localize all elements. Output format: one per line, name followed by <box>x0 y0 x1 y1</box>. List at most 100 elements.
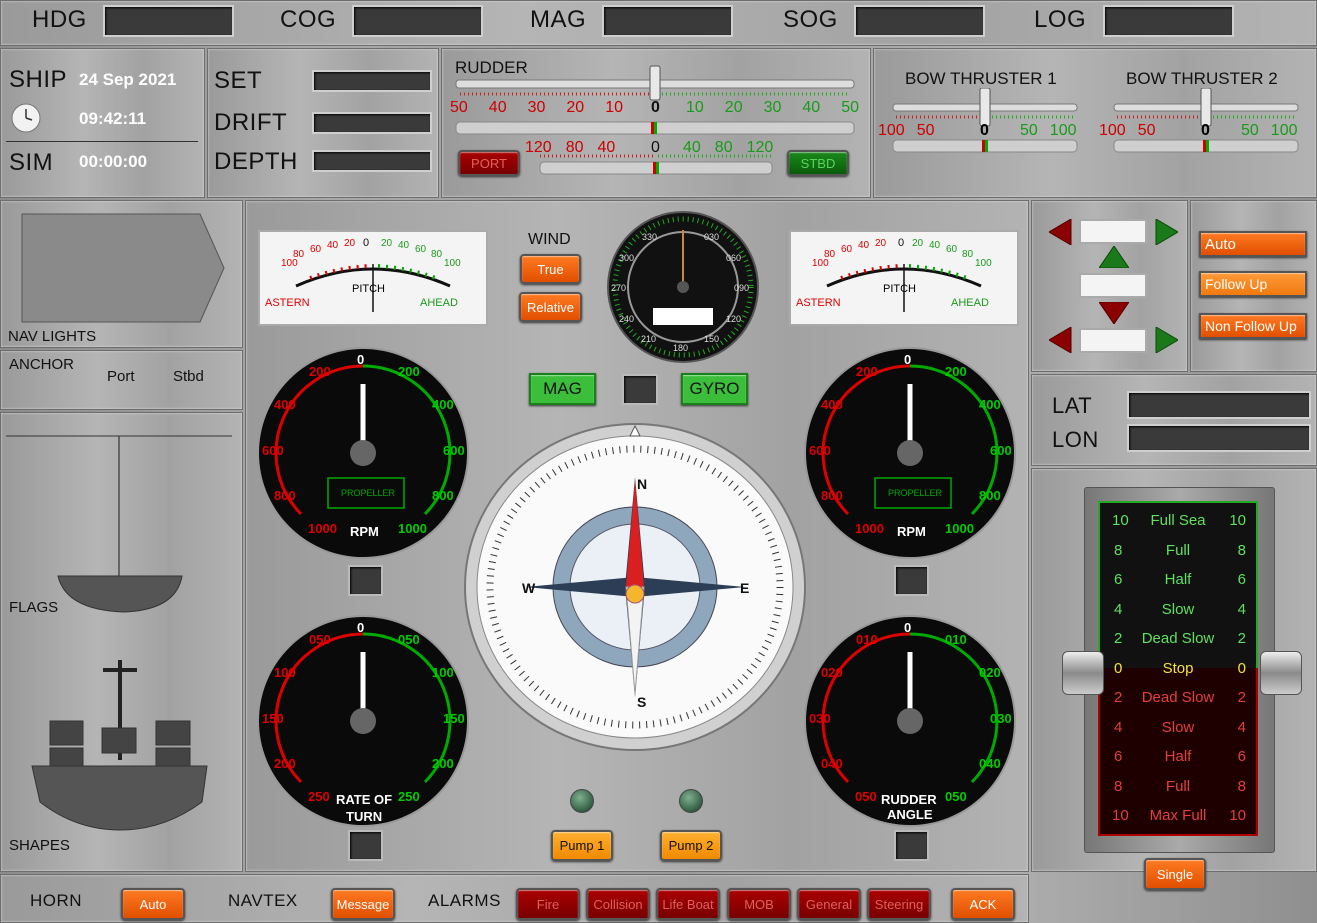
telegraph-right-num: 10 <box>1229 807 1246 824</box>
rpm-tick: 0 <box>904 352 912 367</box>
arrow-left-icon[interactable] <box>1049 327 1073 353</box>
rudder-small-left: 120 80 40 <box>525 139 615 157</box>
ship-silhouette-icon[interactable] <box>4 432 236 832</box>
port-button[interactable]: PORT <box>458 150 520 176</box>
telegraph-order: Stop <box>1162 659 1194 677</box>
log-label: LOG <box>1034 6 1087 33</box>
anchor-port[interactable]: Port <box>107 368 135 385</box>
telegraph-right-num: 4 <box>1237 718 1246 736</box>
pump2-button[interactable]: Pump 2 <box>660 830 722 861</box>
telegraph-row[interactable]: 8 Full 8 <box>1098 772 1258 802</box>
non-follow-up-button[interactable]: Non Follow Up <box>1199 313 1307 339</box>
rpm-tick: 1000 <box>945 521 974 536</box>
pitch-zero-right: 0 <box>898 237 905 249</box>
rudder-tick: 20 <box>724 99 743 116</box>
mag-button[interactable]: MAG <box>529 373 596 405</box>
steer-input-mid[interactable] <box>1079 273 1147 298</box>
steer-input-bottom[interactable] <box>1079 328 1147 353</box>
wind-true-button[interactable]: True <box>520 254 581 284</box>
anchor-stbd[interactable]: Stbd <box>173 368 204 385</box>
telegraph-row[interactable]: 6 Half 6 <box>1098 565 1258 595</box>
astern-label-left: ASTERN <box>265 297 310 309</box>
auto-mode-button[interactable]: Auto <box>1199 231 1307 257</box>
arrow-right-icon[interactable] <box>1154 219 1178 245</box>
telegraph-row[interactable]: 0 Stop 0 <box>1098 654 1258 684</box>
alarm-fire-button[interactable]: Fire <box>516 888 580 920</box>
rudder-small-tick: 80 <box>565 139 584 156</box>
arrow-up-icon[interactable] <box>1099 246 1129 268</box>
rudder-small-center: 0 <box>651 139 660 156</box>
compass-south: S <box>637 694 647 710</box>
telegraph-row[interactable]: 4 Slow 4 <box>1098 713 1258 743</box>
nav-lights-shape[interactable] <box>20 212 226 324</box>
rpm-right-labels: 0 200 400 600 800 1000 200 400 600 800 1… <box>803 346 1017 560</box>
telegraph-handle-right[interactable] <box>1260 651 1302 695</box>
arrow-right-icon[interactable] <box>1154 327 1178 353</box>
telegraph-row[interactable]: 4 Slow 4 <box>1098 595 1258 625</box>
rpm-tick: 200 <box>945 364 967 379</box>
rpm-tick: 1000 <box>308 521 337 536</box>
ahead-label-left: AHEAD <box>420 297 458 309</box>
rpm-tick: 600 <box>990 443 1012 458</box>
telegraph-handle-left[interactable] <box>1062 651 1104 695</box>
follow-up-button[interactable]: Follow Up <box>1199 271 1307 297</box>
telegraph-order: Half <box>1164 748 1192 765</box>
wind-dial-labels: 330 030 300 060 270 090 240 120 210 180 … <box>606 210 760 364</box>
gyro-button[interactable]: GYRO <box>681 373 748 405</box>
alarm-collision-button[interactable]: Collision <box>586 888 650 920</box>
pump2-led <box>679 789 703 813</box>
rudder-angle-tick: 040 <box>821 756 843 771</box>
arrow-down-icon[interactable] <box>1099 302 1129 324</box>
stbd-button[interactable]: STBD <box>787 150 849 176</box>
rudder-angle-tick: 020 <box>821 665 843 680</box>
rudder-small-tick: 120 <box>525 139 552 156</box>
wind-dial-label: 090 <box>734 283 750 293</box>
alarm-ack-button[interactable]: ACK <box>951 888 1015 920</box>
rpm-tick: 200 <box>856 364 878 379</box>
rpm-tick: 800 <box>979 488 1001 503</box>
wind-relative-button[interactable]: Relative <box>519 292 582 322</box>
navtex-message-button[interactable]: Message <box>331 888 395 920</box>
pitch-num: 60 <box>310 244 322 255</box>
rpm-tick: 800 <box>274 488 296 503</box>
pitch-num: 40 <box>398 240 410 251</box>
telegraph-row[interactable]: 8 Full 8 <box>1098 536 1258 566</box>
alarm-general-button[interactable]: General <box>797 888 861 920</box>
rot-tick: 200 <box>432 756 454 771</box>
set-display <box>312 70 432 92</box>
single-button[interactable]: Single <box>1144 858 1206 890</box>
wind-dial-label: 180 <box>673 343 689 353</box>
ahead-label-right: AHEAD <box>951 297 989 309</box>
telegraph-row[interactable]: 10 Full Sea 10 <box>1098 506 1258 536</box>
mag-label: MAG <box>530 6 587 33</box>
alarm-lifeboat-button[interactable]: Life Boat <box>656 888 720 920</box>
rudder-angle-label: RUDDER <box>881 792 937 807</box>
wind-dial-label: 330 <box>642 232 658 242</box>
lat-label: LAT <box>1052 393 1093 418</box>
compass-north: N <box>637 476 648 492</box>
wind-dial-label: 240 <box>619 314 635 324</box>
telegraph-right-num: 2 <box>1237 689 1246 706</box>
rpm-tick: 400 <box>979 397 1001 412</box>
alarm-mob-button[interactable]: MOB <box>727 888 791 920</box>
alarm-steering-button[interactable]: Steering <box>867 888 931 920</box>
rudder-tick: 30 <box>527 99 546 116</box>
thruster-tick: 100 <box>1270 122 1298 139</box>
pump1-button[interactable]: Pump 1 <box>551 830 613 861</box>
telegraph-right-num: 8 <box>1237 777 1246 795</box>
wind-title: WIND <box>528 231 571 248</box>
clock-divider <box>6 141 198 142</box>
telegraph-row[interactable]: 2 Dead Slow 2 <box>1098 624 1258 654</box>
rpm-tick: 600 <box>262 443 284 458</box>
telegraph-row[interactable]: 2 Dead Slow 2 <box>1098 683 1258 713</box>
sog-label: SOG <box>783 6 838 33</box>
telegraph-row[interactable]: 6 Half 6 <box>1098 742 1258 772</box>
rot-tick: 100 <box>274 665 296 680</box>
alarms-label: ALARMS <box>428 891 501 910</box>
telegraph-right-num: 0 <box>1237 659 1246 677</box>
steer-input-top[interactable] <box>1079 219 1147 244</box>
telegraph-row[interactable]: 10 Max Full 10 <box>1098 801 1258 831</box>
horn-auto-button[interactable]: Auto <box>121 888 185 920</box>
ship-label: SHIP <box>9 66 68 93</box>
arrow-left-icon[interactable] <box>1049 219 1073 245</box>
